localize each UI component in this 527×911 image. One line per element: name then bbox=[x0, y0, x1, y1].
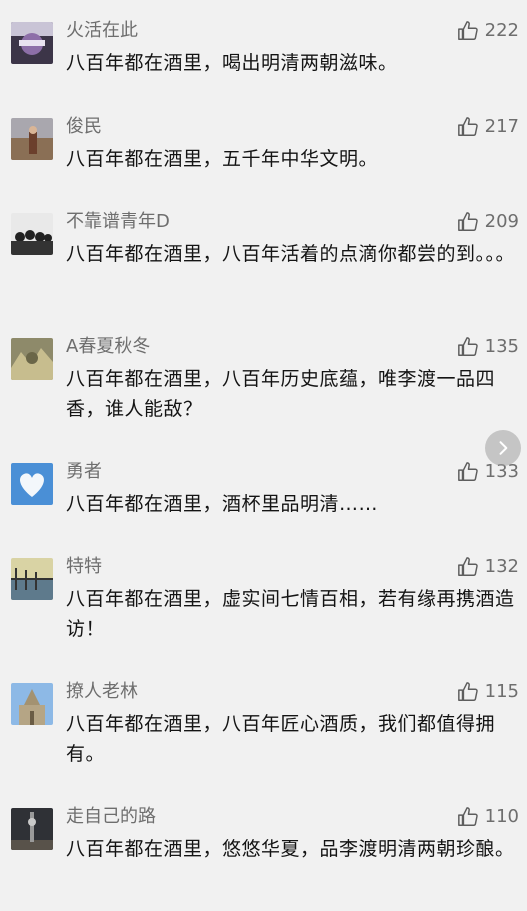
thumbs-up-icon bbox=[457, 212, 478, 231]
nickname[interactable]: 勇者 bbox=[66, 461, 102, 483]
nickname[interactable]: 俊民 bbox=[66, 116, 102, 138]
comment-text: 八百年都在酒里，八百年活着的点滴你都尝的到。。。 bbox=[66, 243, 516, 265]
thumbs-up-icon bbox=[457, 557, 478, 576]
avatar[interactable] bbox=[11, 118, 53, 160]
comment-text: 八百年都在酒里，酒杯里品明清…… bbox=[66, 493, 379, 515]
avatar[interactable] bbox=[11, 558, 53, 600]
avatar[interactable] bbox=[11, 213, 53, 255]
like-count: 110 bbox=[484, 806, 519, 827]
like-button[interactable]: 217 bbox=[457, 114, 519, 140]
like-button[interactable]: 110 bbox=[457, 804, 519, 830]
like-count: 209 bbox=[484, 211, 519, 232]
scroll-next-button[interactable] bbox=[485, 430, 521, 466]
comment-list: 火活在此 222 八百年都在酒里，喝出明清两朝滋味。 俊民 217 八百年都在酒… bbox=[0, 0, 527, 911]
comment-text: 八百年都在酒里，八百年历史底蕴，唯李渡一品四香，谁人能敌？ bbox=[66, 368, 496, 420]
comment-text: 八百年都在酒里，五千年中华文明。 bbox=[66, 148, 379, 170]
comment-text: 八百年都在酒里，八百年匠心酒质，我们都值得拥有。 bbox=[66, 713, 496, 765]
like-button[interactable]: 132 bbox=[457, 554, 519, 580]
chevron-right-icon bbox=[499, 441, 508, 455]
avatar[interactable] bbox=[11, 683, 53, 725]
nickname[interactable]: A春夏秋冬 bbox=[66, 336, 150, 358]
nickname[interactable]: 特特 bbox=[66, 556, 102, 578]
like-button[interactable]: 222 bbox=[457, 18, 519, 44]
avatar[interactable] bbox=[11, 808, 53, 850]
like-count: 115 bbox=[484, 681, 519, 702]
like-count: 135 bbox=[484, 336, 519, 357]
thumbs-up-icon bbox=[457, 117, 478, 136]
avatar[interactable] bbox=[11, 22, 53, 64]
nickname[interactable]: 撩人老林 bbox=[66, 681, 138, 703]
comment-text: 八百年都在酒里，喝出明清两朝滋味。 bbox=[66, 52, 398, 74]
like-count: 217 bbox=[484, 116, 519, 137]
nickname[interactable]: 不靠谱青年D bbox=[66, 211, 170, 233]
avatar[interactable] bbox=[11, 338, 53, 380]
thumbs-up-icon bbox=[457, 682, 478, 701]
like-button[interactable]: 209 bbox=[457, 209, 519, 235]
like-button[interactable]: 135 bbox=[457, 334, 519, 360]
thumbs-up-icon bbox=[457, 807, 478, 826]
nickname[interactable]: 火活在此 bbox=[66, 20, 138, 42]
avatar[interactable] bbox=[11, 463, 53, 505]
comment-text: 八百年都在酒里，虚实间七情百相，若有缘再携酒造访！ bbox=[66, 588, 515, 640]
comment-text: 八百年都在酒里，悠悠华夏，品李渡明清两朝珍酿。 bbox=[66, 838, 515, 860]
thumbs-up-icon bbox=[457, 337, 478, 356]
nickname[interactable]: 走自己的路 bbox=[66, 806, 156, 828]
like-count: 132 bbox=[484, 556, 519, 577]
like-count: 222 bbox=[484, 20, 519, 41]
thumbs-up-icon bbox=[457, 21, 478, 40]
like-button[interactable]: 115 bbox=[457, 679, 519, 705]
thumbs-up-icon bbox=[457, 462, 478, 481]
